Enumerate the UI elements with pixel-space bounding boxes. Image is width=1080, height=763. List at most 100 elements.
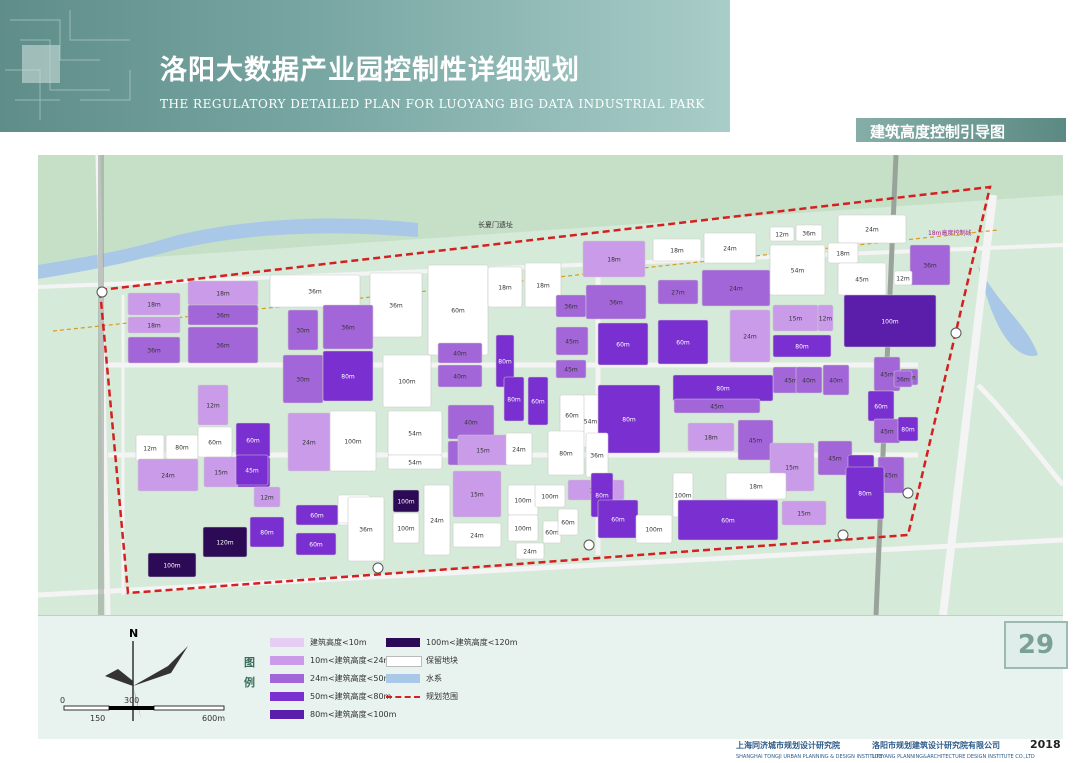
plot-height-label: 24m <box>865 227 879 234</box>
plot-height-label: 60m <box>309 542 323 549</box>
plot-height-label: 24m <box>512 447 526 454</box>
plot-block: 15m <box>772 304 819 332</box>
plot-block: 18m <box>687 422 735 452</box>
plot-height-label: 36m <box>923 263 937 270</box>
height-control-map: 长夏门遗址 18m高度控制线 18m 18m 18m 36m 36m 36m 36m 60m 3… <box>38 155 1063 615</box>
plot-height-label: 15m <box>470 492 484 499</box>
plot-height-label: 60m <box>611 517 625 524</box>
plot-height-label: 80m <box>716 386 730 393</box>
plot-height-label: 12m <box>260 495 274 502</box>
legend-label: 10m<建筑高度<24m <box>310 656 392 665</box>
plot-block: 18m <box>652 238 702 262</box>
plot-height-label: 24m <box>723 246 737 253</box>
plot-block: 15m <box>203 456 239 488</box>
plot-block: 45m <box>673 398 761 414</box>
legend-swatch <box>386 638 420 647</box>
plot-height-label: 15m <box>476 448 490 455</box>
plot-block: 60m <box>597 322 649 366</box>
legend-label: 50m<建筑高度<80m <box>310 692 392 701</box>
road-label: 长夏门遗址 <box>478 220 513 229</box>
plot-block: 18m <box>582 240 646 278</box>
plot-height-label: 45m <box>855 277 869 284</box>
plot-block: 60m <box>597 499 639 539</box>
plot-block: 80m <box>672 374 774 402</box>
plot-block: 24m <box>729 309 771 363</box>
plot-block: 36m <box>322 304 374 350</box>
plot-height-label: 36m <box>147 348 161 355</box>
plot-block: 36m <box>585 432 609 478</box>
plot-block: 24m <box>505 432 533 466</box>
legend-label: 规划范围 <box>426 692 458 701</box>
map-subtitle: 建筑高度控制引导图 <box>870 123 1006 141</box>
plot-height-label: 12m <box>206 403 220 410</box>
scale-label-150: 150 <box>90 714 105 723</box>
page-title-english: THE REGULATORY DETAILED PLAN FOR LUOYANG… <box>160 97 705 111</box>
plot-block: 12m <box>253 486 281 508</box>
plot-block: 36m <box>909 244 951 286</box>
plot-block: 100m <box>843 294 937 348</box>
plot-height-label: 18m <box>498 285 512 292</box>
plot-block: 100m <box>329 410 377 472</box>
plot-block: 36m <box>555 294 587 318</box>
plot-height-label: 18m <box>836 251 850 258</box>
plot-block: 12m <box>893 270 913 286</box>
plot-block: 60m <box>677 499 779 541</box>
plot-block: 18m <box>487 266 523 308</box>
plot-height-label: 24m <box>430 518 444 525</box>
plot-block: 54m <box>387 454 443 470</box>
plot-block: 100m <box>635 514 673 544</box>
legend-label: 100m<建筑高度<120m <box>426 638 518 647</box>
plot-height-label: 36m <box>564 304 578 311</box>
plot-block: 80m <box>249 516 285 548</box>
plot-height-label: 45m <box>880 429 894 436</box>
footer-org-tongji: 上海同济城市规划设计研究院 SHANGHAI TONGJI URBAN PLAN… <box>736 740 882 760</box>
plot-height-label: 45m <box>564 367 578 374</box>
plot-block: 60m <box>295 532 337 556</box>
plot-height-label: 100m <box>541 494 558 501</box>
plot-height-label: 100m <box>397 499 414 506</box>
plot-block: 12m <box>135 434 165 462</box>
plot-block: 24m <box>837 214 907 244</box>
legend-label: 水系 <box>426 674 442 683</box>
plot-height-label: 24m <box>161 473 175 480</box>
plot-block: 24m <box>452 522 502 548</box>
plot-block: 24m <box>287 412 331 472</box>
plot-height-label: 60m <box>451 308 465 315</box>
scale-label-600: 600m <box>202 714 225 723</box>
plot-block: 36m <box>347 496 385 562</box>
plot-height-label: 80m <box>858 491 872 498</box>
plot-block: 36m <box>369 272 423 338</box>
plot-height-label: 36m <box>359 527 373 534</box>
plot-block: 15m <box>457 434 509 466</box>
plot-height-label: 18m <box>216 291 230 298</box>
plot-height-label: 40m <box>453 374 467 381</box>
legend-label: 80m<建筑高度<100m <box>310 710 397 719</box>
plot-block: 24m <box>703 232 757 264</box>
plot-height-label: 15m <box>785 465 799 472</box>
plot-block: 60m <box>235 422 271 458</box>
plot-height-label: 80m <box>260 530 274 537</box>
plot-block: 60m <box>559 394 585 436</box>
plot-block: 40m <box>437 364 483 388</box>
plot-height-label: 60m <box>310 513 324 520</box>
plot-block: 36m <box>893 370 913 388</box>
plot-height-label: 100m <box>514 526 531 533</box>
plot-block: 36m <box>269 274 361 308</box>
plot-block: 18m <box>725 472 787 500</box>
plot-height-label: 45m <box>880 372 894 379</box>
plot-height-label: 80m <box>795 344 809 351</box>
plot-height-label: 100m <box>398 379 415 386</box>
plot-height-label: 24m <box>302 440 316 447</box>
footer-year: 2018 <box>1030 738 1061 751</box>
plot-height-label: 36m <box>308 289 322 296</box>
plot-block: 60m <box>197 426 233 458</box>
plot-block: 45m <box>235 454 269 486</box>
plot-height-label: 36m <box>216 313 230 320</box>
plot-block: 45m <box>737 419 774 461</box>
plot-height-label: 36m <box>802 231 816 238</box>
plot-height-label: 100m <box>397 526 414 533</box>
plot-block: 36m <box>127 336 181 364</box>
plot-block: 60m <box>527 376 549 426</box>
plot-height-label: 60m <box>616 342 630 349</box>
plot-block: 40m <box>437 342 483 364</box>
